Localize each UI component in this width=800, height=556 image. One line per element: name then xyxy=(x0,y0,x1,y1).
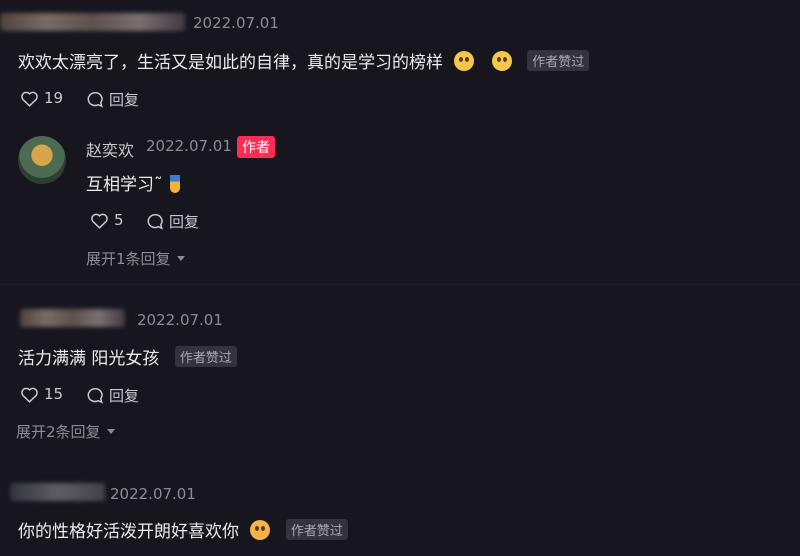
comment-text-body: 活力满满 阳光女孩 xyxy=(18,349,160,369)
comment-text: 欢欢太漂亮了，生活又是如此的自律，真的是学习的榜样 作者赞过 xyxy=(18,48,590,73)
expand-replies-label: 展开1条回复 xyxy=(86,250,171,268)
author-badge: 作者 xyxy=(237,136,275,158)
expand-replies-button[interactable]: 展开1条回复 xyxy=(86,248,185,269)
like-button[interactable]: 15 xyxy=(20,385,63,403)
like-button[interactable]: 19 xyxy=(20,89,63,107)
comment-text-body: 欢欢太漂亮了，生活又是如此的自律，真的是学习的榜样 xyxy=(18,53,443,73)
expand-replies-button[interactable]: 展开2条回复 xyxy=(16,421,115,442)
author-liked-badge: 作者赞过 xyxy=(174,346,237,367)
commenter-name-blurred xyxy=(20,309,125,327)
pleading-face-emoji-icon xyxy=(491,51,512,71)
like-count: 19 xyxy=(44,89,64,107)
pleading-face-emoji-icon xyxy=(454,51,475,71)
author-liked-badge: 作者赞过 xyxy=(285,519,348,540)
reply-date: 2022.07.01 xyxy=(146,137,232,155)
comment-date: 2022.07.01 xyxy=(193,14,279,32)
like-button[interactable]: 5 xyxy=(90,211,124,229)
like-count: 15 xyxy=(44,385,64,403)
heart-icon xyxy=(90,212,109,229)
medal-emoji-icon xyxy=(169,175,180,193)
commenter-name-blurred xyxy=(0,13,185,31)
expand-replies-label: 展开2条回复 xyxy=(16,423,101,441)
comment-bubble-icon xyxy=(146,213,164,230)
reply-label: 回复 xyxy=(109,387,140,405)
kissing-face-emoji-icon xyxy=(250,520,271,540)
reply-button[interactable]: 回复 xyxy=(86,385,139,406)
commenter-name-blurred xyxy=(10,483,105,501)
reply-label: 回复 xyxy=(109,91,140,109)
reply-text-body: 互相学习˜ xyxy=(86,175,163,195)
heart-icon xyxy=(20,386,39,403)
comment-text: 活力满满 阳光女孩 作者赞过 xyxy=(18,344,237,369)
heart-icon xyxy=(20,90,39,107)
comment-bubble-icon xyxy=(86,91,104,108)
comment-bubble-icon xyxy=(86,387,104,404)
chevron-down-icon xyxy=(106,429,115,434)
comment-date: 2022.07.01 xyxy=(110,485,196,503)
author-name[interactable]: 赵奕欢 xyxy=(86,137,134,161)
reply-text: 互相学习˜ xyxy=(86,170,180,195)
comment-text: 你的性格好活泼开朗好喜欢你 作者赞过 xyxy=(18,517,348,542)
reply-button[interactable]: 回复 xyxy=(86,89,139,110)
chevron-down-icon xyxy=(176,256,185,261)
comment-date: 2022.07.01 xyxy=(137,311,223,329)
divider xyxy=(0,284,800,285)
reply-button[interactable]: 回复 xyxy=(146,211,199,232)
author-liked-badge: 作者赞过 xyxy=(527,50,590,71)
like-count: 5 xyxy=(114,211,124,229)
reply-label: 回复 xyxy=(169,213,200,231)
author-avatar[interactable] xyxy=(18,136,66,184)
comment-text-body: 你的性格好活泼开朗好喜欢你 xyxy=(18,522,239,542)
